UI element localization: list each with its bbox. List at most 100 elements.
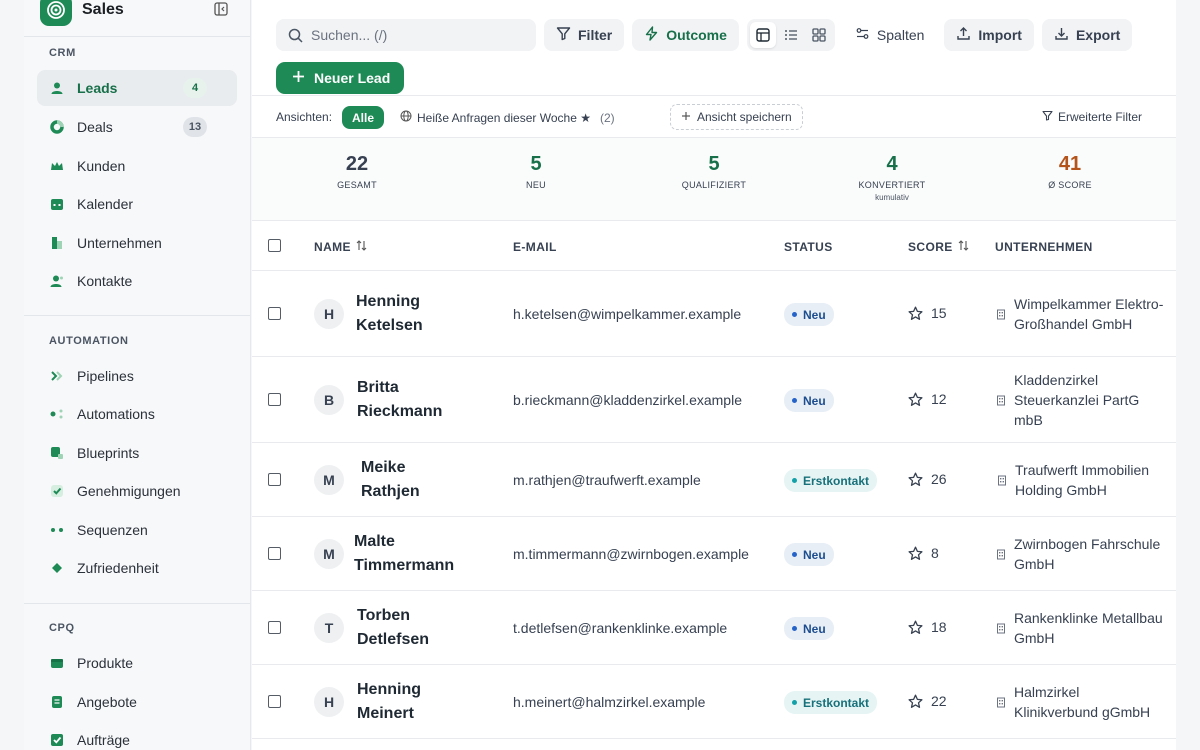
stat-total: 22 GESAMT <box>268 153 446 190</box>
lead-name[interactable]: Meike Rathjen <box>361 456 491 504</box>
column-label: SCORE <box>908 240 953 254</box>
lead-company[interactable]: Zwirnbogen Fahrschule GmbH <box>996 534 1164 574</box>
building-icon <box>997 475 1007 486</box>
lead-name[interactable]: Britta Rieckmann <box>357 376 487 424</box>
stat-avg-score: 41 Ø SCORE <box>981 153 1159 190</box>
select-all-checkbox[interactable] <box>268 239 281 252</box>
score-value: 26 <box>931 471 947 487</box>
sidebar-item-kalender[interactable]: Kalender <box>37 186 237 222</box>
star-icon <box>908 694 923 709</box>
sidebar-item-label: Unternehmen <box>77 235 162 251</box>
brand[interactable]: Sales <box>40 0 124 28</box>
sidebar-item-unternehmen[interactable]: Unternehmen <box>37 225 237 261</box>
import-button[interactable]: Import <box>944 19 1034 51</box>
sidebar-item-produkte[interactable]: Produkte <box>37 645 237 681</box>
stat-value: 5 <box>708 153 720 175</box>
export-button[interactable]: Export <box>1041 19 1133 51</box>
score-value: 8 <box>931 545 939 561</box>
sidebar-item-angebote[interactable]: Angebote <box>37 684 237 720</box>
sidebar-item-label: Genehmigungen <box>77 483 181 499</box>
stat-label: NEU <box>526 180 546 190</box>
contact-icon <box>49 273 65 289</box>
sidebar-item-leads[interactable]: Leads 4 <box>37 70 237 106</box>
sidebar-item-sequenzen[interactable]: Sequenzen <box>37 512 237 548</box>
save-view-button[interactable]: Ansicht speichern <box>670 104 803 130</box>
saved-view-hot-requests[interactable]: Heiße Anfragen dieser Woche ★ (2) <box>400 110 615 125</box>
row-checkbox[interactable] <box>268 393 281 406</box>
list-view-icon[interactable] <box>778 22 804 48</box>
lead-name[interactable]: Henning Ketelsen <box>356 290 486 338</box>
avatar: H <box>314 687 344 717</box>
status-label: Erstkontakt <box>803 473 870 488</box>
row-checkbox[interactable] <box>268 621 281 634</box>
sidebar-item-pipelines[interactable]: Pipelines <box>37 358 237 394</box>
outcome-button[interactable]: Outcome <box>632 19 739 51</box>
lead-email[interactable]: h.meinert@halmzirkel.example <box>513 694 705 710</box>
section-title-cpq: CPQ <box>49 622 75 634</box>
section-title-crm: CRM <box>49 47 76 59</box>
first-name: Henning <box>357 681 421 698</box>
sidebar-item-kunden[interactable]: Kunden <box>37 148 237 184</box>
lead-company[interactable]: Wimpelkammer Elektro-Großhandel GmbH <box>996 284 1164 344</box>
sidebar-item-label: Aufträge <box>77 732 130 748</box>
views-bar: Ansichten: Alle Heiße Anfragen dieser Wo… <box>252 95 1176 138</box>
sidebar-item-zufriedenheit[interactable]: Zufriedenheit <box>37 550 237 586</box>
plus-icon <box>292 70 305 86</box>
column-header-name[interactable]: NAME <box>314 240 367 254</box>
row-checkbox[interactable] <box>268 547 281 560</box>
lead-email[interactable]: b.rieckmann@kladdenzirkel.example <box>513 392 742 408</box>
lead-email[interactable]: t.detlefsen@rankenklinke.example <box>513 620 727 636</box>
lead-name[interactable]: Henning Meinert <box>357 678 487 726</box>
stat-new: 5 NEU <box>447 153 625 190</box>
sidebar-item-blueprints[interactable]: Blueprints <box>37 435 237 471</box>
table-row[interactable]: H Henning Meinert h.meinert@halmzirkel.exam… <box>252 665 1176 739</box>
search-input[interactable]: Suchen... (/) <box>276 19 536 51</box>
table-row[interactable]: H Henning Ketelsen h.ketelsen@wimpelkammer.… <box>252 271 1176 357</box>
sidebar-item-automations[interactable]: Automations <box>37 396 237 432</box>
lead-company[interactable]: Kladdenzirkel Steuerkanzlei PartG mbB <box>996 370 1164 430</box>
sidebar-item-label: Angebote <box>77 694 137 710</box>
lead-name[interactable]: Torben Detlefsen <box>357 604 487 652</box>
import-label: Import <box>978 27 1022 43</box>
sidebar-item-genehmigungen[interactable]: Genehmigungen <box>37 473 237 509</box>
status-dot <box>792 478 797 483</box>
collapse-sidebar-icon[interactable] <box>214 2 228 16</box>
table-row[interactable]: T Torben Detlefsen t.detlefsen@rankenklinke… <box>252 591 1176 665</box>
row-checkbox[interactable] <box>268 307 281 320</box>
columns-label: Spalten <box>876 27 925 43</box>
sidebar-item-deals[interactable]: Deals 13 <box>37 109 237 145</box>
calendar-icon <box>49 196 65 212</box>
lead-company[interactable]: Halmzirkel Klinikverbund gGmbH <box>996 682 1164 722</box>
sidebar-item-auftraege[interactable]: Aufträge <box>37 722 237 750</box>
lead-email[interactable]: h.ketelsen@wimpelkammer.example <box>513 306 741 322</box>
sidebar-item-kontakte[interactable]: Kontakte <box>37 263 237 299</box>
row-checkbox[interactable] <box>268 695 281 708</box>
avatar: T <box>314 613 344 643</box>
new-lead-button[interactable]: Neuer Lead <box>276 62 405 94</box>
status-label: Neu <box>803 393 826 408</box>
filter-button[interactable]: Filter <box>544 19 625 51</box>
lead-score: 15 <box>908 305 947 321</box>
lead-email[interactable]: m.timmermann@zwirnbogen.example <box>513 546 749 562</box>
lead-score: 22 <box>908 693 947 709</box>
company-name: Wimpelkammer Elektro-Großhandel GmbH <box>1014 296 1164 332</box>
grid-view-icon[interactable] <box>806 22 832 48</box>
view-switcher <box>746 19 835 51</box>
lead-company[interactable]: Rankenklinke Metallbau GmbH <box>996 608 1164 648</box>
lead-name[interactable]: Malte Timmermann <box>354 530 484 578</box>
column-header-score[interactable]: SCORE <box>908 240 969 254</box>
columns-button[interactable]: Spalten <box>843 19 936 51</box>
table-view-icon[interactable] <box>749 22 776 48</box>
stat-converted: 4 KONVERTIERT kumulativ <box>803 153 981 202</box>
stat-value: 41 <box>1058 153 1082 175</box>
search-placeholder: Suchen... (/) <box>311 27 388 43</box>
row-checkbox[interactable] <box>268 473 281 486</box>
table-row[interactable]: B Britta Rieckmann b.rieckmann@kladdenzirke… <box>252 357 1176 443</box>
table-row[interactable]: M Malte Timmermann m.timmermann@zwirnbogen.… <box>252 517 1176 591</box>
table-row[interactable]: M Meike Rathjen m.rathjen@traufwerft.exampl… <box>252 443 1176 517</box>
lead-email[interactable]: m.rathjen@traufwerft.example <box>513 472 701 488</box>
search-icon <box>288 28 303 43</box>
lead-company[interactable]: Traufwerft Immobilien Holding GmbH <box>997 460 1165 500</box>
advanced-filter-button[interactable]: Erweiterte Filter <box>1042 110 1142 124</box>
view-all-pill[interactable]: Alle <box>342 106 385 129</box>
